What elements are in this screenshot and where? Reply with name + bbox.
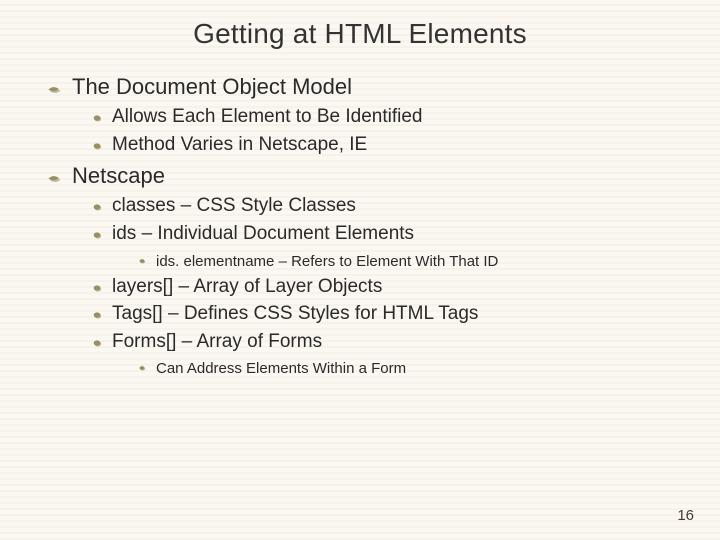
sub-list-item: Can Address Elements Within a Form xyxy=(138,358,680,379)
small-dot-bullet-icon xyxy=(138,251,146,270)
list-item: layers[] – Array of Layer Objects xyxy=(92,274,680,300)
list-item-text: Tags[] – Defines CSS Styles for HTML Tag… xyxy=(112,301,478,327)
list-item-text: ids – Individual Document Elements xyxy=(112,221,414,247)
sub-list-item: ids. elementname – Refers to Element Wit… xyxy=(138,251,680,272)
section-heading-text: The Document Object Model xyxy=(72,72,352,102)
page-number: 16 xyxy=(677,507,694,524)
dot-bullet-icon xyxy=(92,301,102,325)
slide-title: Getting at HTML Elements xyxy=(40,18,680,50)
dot-bullet-icon xyxy=(92,104,102,128)
list-item: Allows Each Element to Be Identified xyxy=(92,104,680,130)
dot-bullet-icon xyxy=(92,132,102,156)
dot-bullet-icon xyxy=(92,274,102,298)
section-1: Netscape classes – CSS Style Classes ids… xyxy=(40,161,680,379)
list-item: Tags[] – Defines CSS Styles for HTML Tag… xyxy=(92,301,680,327)
sub-list-item-text: Can Address Elements Within a Form xyxy=(156,358,406,379)
list-item: ids – Individual Document Elements xyxy=(92,221,680,247)
section-heading: Netscape xyxy=(46,161,680,191)
sub-list-item-text: ids. elementname – Refers to Element Wit… xyxy=(156,251,498,272)
list-item-text: Forms[] – Array of Forms xyxy=(112,329,322,355)
list-item-text: layers[] – Array of Layer Objects xyxy=(112,274,382,300)
list-item: Method Varies in Netscape, IE xyxy=(92,132,680,158)
list-item: classes – CSS Style Classes xyxy=(92,193,680,219)
list-item-text: classes – CSS Style Classes xyxy=(112,193,356,219)
list-item-text: Method Varies in Netscape, IE xyxy=(112,132,367,158)
dot-bullet-icon xyxy=(92,221,102,245)
section-heading: The Document Object Model xyxy=(46,72,680,102)
list-item: Forms[] – Array of Forms xyxy=(92,329,680,355)
leaf-bullet-icon xyxy=(46,72,62,102)
leaf-bullet-icon xyxy=(46,161,62,191)
small-dot-bullet-icon xyxy=(138,358,146,377)
section-heading-text: Netscape xyxy=(72,161,165,191)
section-0: The Document Object Model Allows Each El… xyxy=(40,72,680,157)
dot-bullet-icon xyxy=(92,329,102,353)
slide: Getting at HTML Elements The Document Ob… xyxy=(0,0,720,540)
dot-bullet-icon xyxy=(92,193,102,217)
list-item-text: Allows Each Element to Be Identified xyxy=(112,104,423,130)
